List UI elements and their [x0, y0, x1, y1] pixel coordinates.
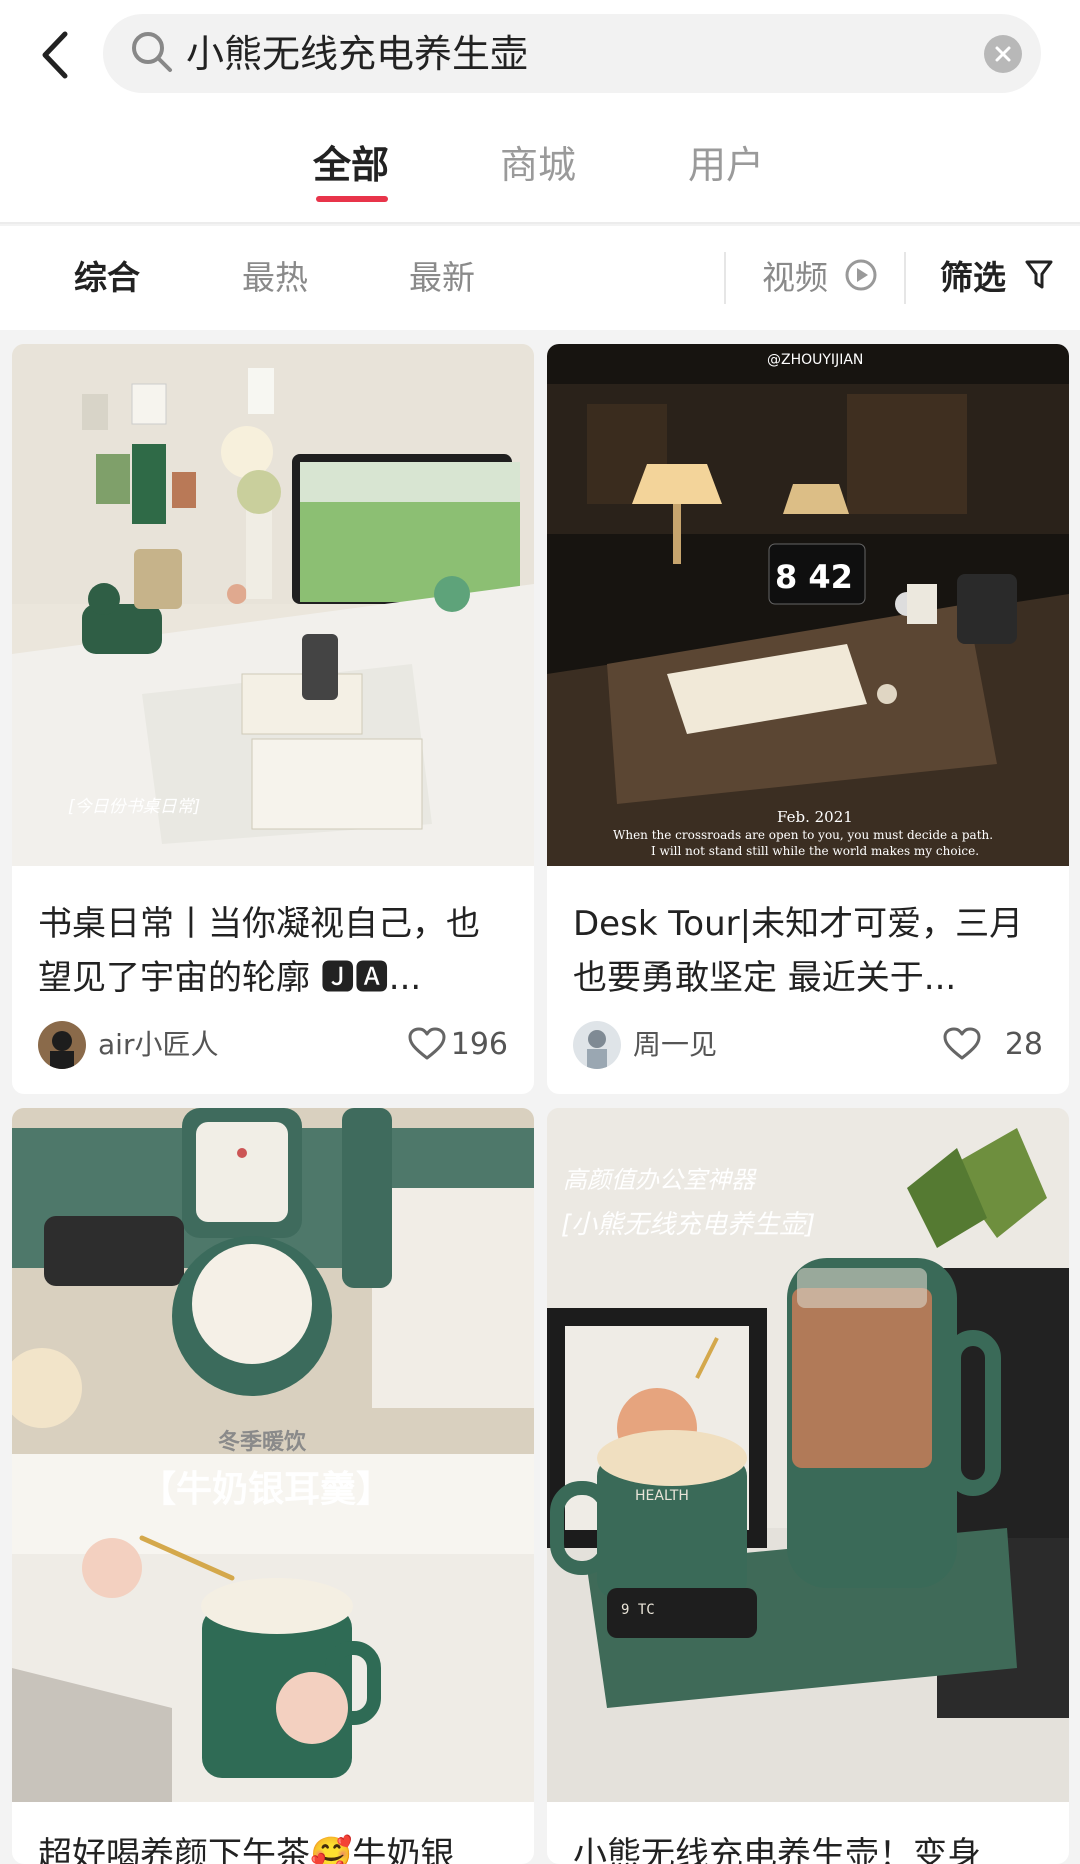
note-card[interactable]: @ZHOUYIJIAN 8 42 Feb. 2021 When the cros… [547, 344, 1069, 1094]
avatar[interactable] [573, 1021, 621, 1069]
sort-filter-bar: 综合 最热 最新 视频 筛选 [0, 226, 1080, 330]
like-count: 196 [450, 1027, 508, 1062]
clear-button[interactable] [984, 35, 1022, 73]
cover-quote-line-1: When the crossroads are open to you, you… [613, 828, 994, 842]
search-icon [132, 32, 172, 72]
top-bar: 小熊无线充电养生壶 [0, 0, 1080, 110]
author-name[interactable]: 周一见 [633, 1025, 717, 1065]
sort-hottest[interactable]: 最热 [242, 256, 308, 300]
video-filter-label[interactable]: 视频 [762, 256, 828, 300]
note-footer: air小匠人 196 [38, 1021, 508, 1071]
close-icon [995, 46, 1011, 62]
cover-overlay-text: [今日份书桌日常] [68, 797, 201, 817]
note-title[interactable]: 书桌日常丨当你凝视自己，也望见了宇宙的轮廓 🅹🅰... [38, 897, 508, 1005]
note-cover-image: @ZHOUYIJIAN 8 42 Feb. 2021 When the cros… [547, 344, 1069, 866]
sort-comprehensive[interactable]: 综合 [74, 256, 140, 300]
note-card[interactable]: [今日份书桌日常] 书桌日常丨当你凝视自己，也望见了宇宙的轮廓 🅹🅰... ai… [12, 344, 534, 1094]
cover-date-text: Feb. 2021 [777, 808, 853, 826]
cover-overlay-line-1: 冬季暖饮 [218, 1430, 307, 1455]
note-title[interactable]: 小熊无线充电养生壶！变身 [573, 1828, 1043, 1864]
main-tabs: 全部 商城 用户 [0, 110, 1080, 224]
author-name[interactable]: air小匠人 [98, 1025, 218, 1065]
tab-users[interactable]: 用户 [688, 140, 764, 190]
note-title[interactable]: Desk Tour|未知才可爱，三月也要勇敢坚定 最近关于... [573, 897, 1043, 1005]
heart-icon[interactable] [408, 1027, 446, 1061]
cover-overlay-line-2: [小熊无线充电养生壶] [561, 1210, 816, 1240]
note-cover-image: [今日份书桌日常] [12, 344, 534, 866]
note-card[interactable]: 冬季暖饮 【牛奶银耳羹】 超好喝养颜下午茶🥰牛奶银 [12, 1108, 534, 1864]
note-footer: 周一见 28 [573, 1021, 1043, 1071]
cover-watermark: @ZHOUYIJIAN [767, 352, 864, 368]
tab-indicator [316, 196, 388, 202]
tab-all[interactable]: 全部 [313, 140, 389, 190]
tab-mall[interactable]: 商城 [500, 140, 576, 190]
note-cover-image: 冬季暖饮 【牛奶银耳羹】 [12, 1108, 534, 1802]
cover-clock-text: 8 42 [775, 558, 853, 596]
filter-icon[interactable] [1024, 258, 1054, 292]
cover-overlay-line-2: 【牛奶银耳羹】 [140, 1469, 393, 1510]
divider [724, 252, 726, 304]
divider [904, 252, 906, 304]
chevron-left-icon [42, 31, 68, 79]
search-input[interactable]: 小熊无线充电养生壶 [186, 24, 528, 84]
base-display-text: 9 TC [621, 1602, 655, 1618]
cover-overlay-line-1: 高颜值办公室神器 [563, 1166, 755, 1194]
note-cover-image: 高颜值办公室神器 [小熊无线充电养生壶] HEALTH 9 TC [547, 1108, 1069, 1802]
like-count: 28 [1004, 1027, 1043, 1062]
avatar[interactable] [38, 1021, 86, 1069]
note-card[interactable]: 高颜值办公室神器 [小熊无线充电养生壶] HEALTH 9 TC 小熊无线充电养… [547, 1108, 1069, 1864]
mug-print-text: HEALTH [635, 1488, 689, 1504]
filter-button-label[interactable]: 筛选 [940, 256, 1006, 300]
heart-icon[interactable] [943, 1027, 981, 1061]
play-circle-icon[interactable] [844, 258, 878, 292]
back-button[interactable] [30, 20, 78, 90]
note-title[interactable]: 超好喝养颜下午茶🥰牛奶银 [38, 1828, 508, 1864]
sort-newest[interactable]: 最新 [409, 256, 475, 300]
cover-quote-line-2: I will not stand still while the world m… [651, 844, 980, 858]
